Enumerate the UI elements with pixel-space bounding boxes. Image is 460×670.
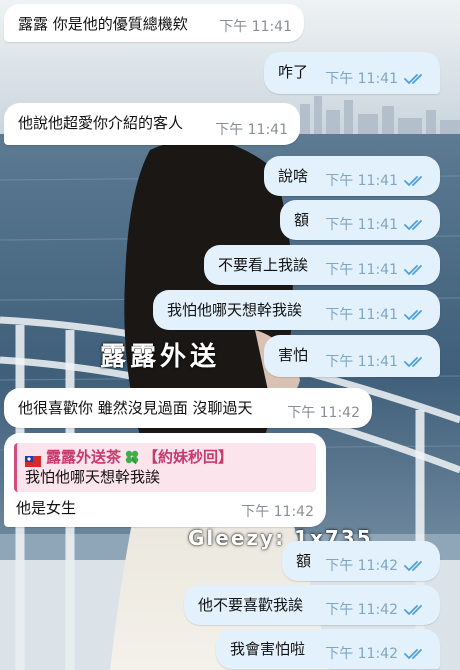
message-bubble[interactable]: 說啥 下午 11:41 <box>264 156 440 196</box>
double-check-icon <box>404 648 426 660</box>
four-leaf-clover-icon <box>124 449 140 465</box>
message-text: 他很喜歡你 雖然沒見過面 沒聊過天 <box>18 399 253 417</box>
message-text: 額 <box>296 552 312 570</box>
message-time: 下午 11:42 <box>287 405 360 421</box>
double-check-icon <box>404 560 426 572</box>
message-text: 我怕他哪天想幹我誒 <box>167 301 303 319</box>
message-time: 下午 11:42 <box>325 602 398 618</box>
message-text: 露露 你是他的優質總機欸 <box>18 15 188 33</box>
double-check-icon <box>404 604 426 616</box>
message-time: 下午 11:42 <box>325 558 398 574</box>
double-check-icon <box>404 264 426 276</box>
message-bubble[interactable]: 他很喜歡你 雖然沒見過面 沒聊過天 下午 11:42 <box>4 388 372 428</box>
message-time: 下午 11:41 <box>325 354 398 370</box>
double-check-icon <box>404 309 426 321</box>
message-bubble[interactable]: 不要看上我誒 下午 11:41 <box>204 245 440 285</box>
message-time: 下午 11:41 <box>325 307 398 323</box>
message-bubble[interactable]: 他說他超愛你介紹的客人 下午 11:41 <box>4 103 300 145</box>
message-text: 我會害怕啦 <box>230 640 306 658</box>
taiwan-flag-icon <box>25 452 41 467</box>
message-time: 下午 11:41 <box>325 71 398 87</box>
message-text: 他說他超愛你介紹的客人 <box>18 114 184 132</box>
reply-message-bubble[interactable]: 露露外送茶 【約妹秒回】 我怕他哪天想幹我誒 他是女生 下午 11:42 <box>4 433 326 527</box>
double-check-icon <box>404 219 426 231</box>
message-bubble[interactable]: 我怕他哪天想幹我誒 下午 11:41 <box>153 290 440 330</box>
double-check-icon <box>404 356 426 368</box>
message-time: 下午 11:42 <box>325 646 398 662</box>
double-check-icon <box>404 73 426 85</box>
reply-quote[interactable]: 露露外送茶 【約妹秒回】 我怕他哪天想幹我誒 <box>14 443 316 492</box>
reply-quoted-text: 我怕他哪天想幹我誒 <box>25 468 161 486</box>
message-bubble[interactable]: 額 下午 11:42 <box>282 541 440 581</box>
message-time: 下午 11:41 <box>325 262 398 278</box>
message-bubble[interactable]: 我會害怕啦 下午 11:42 <box>216 629 440 669</box>
message-time: 下午 11:41 <box>215 122 288 138</box>
message-bubble[interactable]: 他不要喜歡我誒 下午 11:42 <box>184 585 440 625</box>
message-text: 額 <box>294 211 310 229</box>
message-time: 下午 11:41 <box>325 173 398 189</box>
message-time: 下午 11:41 <box>325 217 398 233</box>
message-bubble[interactable]: 害怕 下午 11:41 <box>264 335 440 377</box>
message-text: 他不要喜歡我誒 <box>198 596 304 614</box>
reply-sender-name: 露露外送茶 <box>46 448 122 466</box>
message-text: 咋了 <box>278 63 309 81</box>
message-bubble[interactable]: 咋了 下午 11:41 <box>264 52 440 94</box>
message-time: 下午 11:41 <box>219 19 292 35</box>
message-time: 下午 11:42 <box>241 504 314 520</box>
message-text: 害怕 <box>278 346 309 364</box>
message-bubble[interactable]: 露露 你是他的優質總機欸 下午 11:41 <box>4 4 304 42</box>
message-text: 不要看上我誒 <box>218 256 309 274</box>
reply-sender-suffix: 【約妹秒回】 <box>143 448 234 466</box>
message-bubble[interactable]: 額 下午 11:41 <box>280 200 440 240</box>
message-text: 說啥 <box>278 167 309 185</box>
double-check-icon <box>404 175 426 187</box>
message-list[interactable]: 露露 你是他的優質總機欸 下午 11:41 咋了 下午 11:41 他說他超愛你… <box>0 0 460 670</box>
